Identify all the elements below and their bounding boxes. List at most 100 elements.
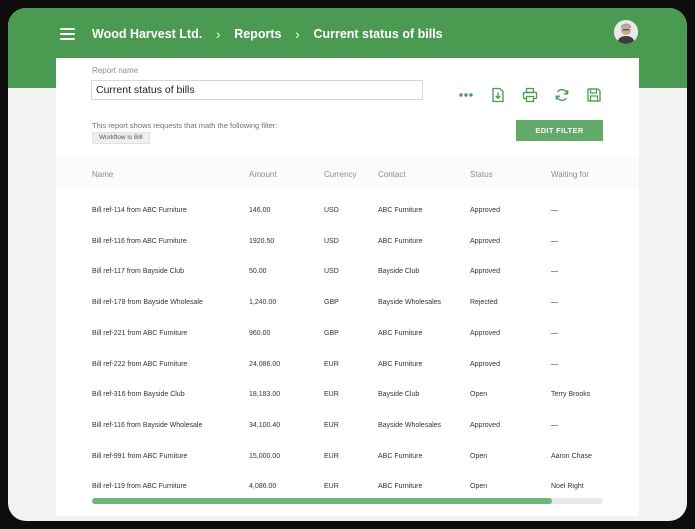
cell-contact: Bayside Club [378, 268, 420, 276]
column-header-name[interactable]: Name [92, 170, 113, 179]
refresh-button[interactable] [554, 87, 570, 103]
more-dots-icon [459, 93, 473, 97]
table-row[interactable]: Bill ref-114 from ABC Furniture 146.00 USD… [56, 196, 639, 226]
avatar[interactable] [614, 20, 638, 44]
cell-contact: ABC Furniture [378, 329, 423, 337]
report-card: Report name Current status of bills This… [56, 58, 639, 516]
filter-description: This report shows requests that math the… [92, 121, 278, 130]
cell-amount: 960.00 [249, 329, 271, 337]
print-icon [522, 87, 538, 103]
cell-status: Open [470, 483, 488, 491]
cell-amount: 1,240.00 [249, 299, 277, 307]
column-header-status[interactable]: Status [470, 170, 493, 179]
save-icon [587, 88, 601, 102]
report-toolbar [458, 86, 602, 104]
cell-currency: USD [324, 237, 339, 245]
table-row[interactable]: Bill ref-116 from Bayside Wholesale 34,10… [56, 411, 639, 441]
cell-status: Approved [470, 329, 500, 337]
cell-waiting-for: — [551, 207, 558, 214]
table-row[interactable]: Bill ref-991 from ABC Furniture 15,000.00… [56, 442, 639, 472]
hamburger-menu-icon[interactable] [60, 28, 75, 40]
horizontal-scrollbar[interactable] [92, 498, 603, 504]
cell-contact: ABC Furniture [378, 237, 423, 245]
cell-contact: Bayside Club [378, 391, 420, 399]
breadcrumb-reports[interactable]: Reports [234, 27, 281, 41]
cell-name: Bill ref-222 from ABC Furniture [92, 360, 188, 368]
cell-currency: EUR [324, 421, 339, 429]
cell-status: Approved [470, 421, 500, 429]
report-name-input[interactable]: Current status of bills [91, 80, 423, 100]
cell-waiting-for: — [551, 421, 558, 429]
cell-waiting-for: — [551, 268, 558, 276]
top-bar: Wood Harvest Ltd. › Reports › Current st… [8, 8, 687, 58]
table-row[interactable]: Bill ref-316 from Bayside Club 18,183.00 E… [56, 380, 639, 410]
cell-status: Rejected [470, 299, 498, 307]
cell-currency: GBP [324, 299, 339, 307]
edit-filter-button[interactable]: EDIT FILTER [516, 120, 603, 141]
cell-contact: ABC Furniture [378, 360, 423, 368]
breadcrumb-separator: › [215, 26, 221, 42]
table-row[interactable]: Bill ref-221 from ABC Furniture 960.00 GBP… [56, 319, 639, 349]
cell-amount: 34,100.40 [249, 421, 281, 429]
cell-status: Approved [470, 237, 500, 245]
download-icon [492, 87, 504, 103]
cell-currency: USD [324, 268, 339, 276]
scrollbar-thumb[interactable] [92, 498, 552, 504]
table-row[interactable]: Bill ref-178 from Bayside Wholesale 1,240… [56, 288, 639, 318]
cell-waiting-for: Terry Brooks [551, 391, 591, 399]
breadcrumb-company[interactable]: Wood Harvest Ltd. [92, 27, 202, 41]
table-row[interactable]: Bill ref-222 from ABC Furniture 24,086.00… [56, 350, 639, 380]
cell-waiting-for: Noel Right [551, 483, 584, 491]
print-button[interactable] [522, 87, 538, 103]
column-header-currency[interactable]: Currency [324, 170, 356, 179]
cell-currency: EUR [324, 391, 339, 399]
cell-amount: 1920.50 [249, 237, 275, 245]
breadcrumb-current: Current status of bills [313, 27, 443, 41]
cell-waiting-for: — [551, 299, 558, 307]
cell-name: Bill ref-116 from ABC Furniture [92, 237, 187, 245]
cell-amount: 18,183.00 [249, 391, 281, 399]
column-header-amount[interactable]: Amount [249, 170, 277, 179]
download-button[interactable] [490, 87, 506, 103]
cell-status: Approved [470, 360, 500, 368]
cell-waiting-for: Aaron Chase [551, 452, 592, 460]
column-header-contact[interactable]: Contact [378, 170, 406, 179]
cell-name: Bill ref-116 from Bayside Wholesale [92, 421, 203, 429]
cell-amount: 146.00 [249, 207, 271, 214]
user-avatar-icon [614, 20, 638, 44]
table-row[interactable]: Bill ref-116 from ABC Furniture 1920.50 US… [56, 227, 639, 257]
refresh-icon [555, 88, 569, 102]
save-button[interactable] [586, 87, 602, 103]
breadcrumb-separator: › [295, 26, 300, 42]
filter-chip[interactable]: Workflow is Bill [92, 132, 150, 144]
report-name-label: Report name [92, 66, 139, 75]
table-row[interactable]: Bill ref-117 from Bayside Club 50.00 USD Ba… [56, 257, 639, 287]
app-window: Wood Harvest Ltd. › Reports › Current st… [8, 8, 687, 521]
cell-name: Bill ref-221 from ABC Furniture [92, 329, 188, 337]
cell-amount: 50.00 [249, 268, 267, 276]
cell-name: Bill ref-119 from ABC Furniture [92, 483, 187, 491]
cell-name: Bill ref-316 from Bayside Club [92, 391, 185, 399]
cell-amount: 4,086.00 [249, 483, 277, 491]
cell-contact: ABC Furniture [378, 483, 423, 491]
more-button[interactable] [458, 87, 474, 103]
cell-contact: ABC Furniture [378, 452, 423, 460]
cell-status: Open [470, 391, 488, 399]
cell-name: Bill ref-117 from Bayside Club [92, 268, 185, 276]
cell-currency: EUR [324, 360, 339, 368]
cell-currency: EUR [324, 452, 339, 460]
cell-contact: ABC Furniture [378, 207, 423, 214]
cell-status: Approved [470, 207, 500, 214]
cell-amount: 24,086.00 [249, 360, 281, 368]
cell-name: Bill ref-178 from Bayside Wholesale [92, 299, 203, 307]
cell-waiting-for: — [551, 329, 558, 337]
cell-name: Bill ref-114 from ABC Furniture [92, 207, 187, 214]
breadcrumb: Wood Harvest Ltd. › Reports › Current st… [92, 25, 443, 43]
cell-currency: USD [324, 207, 339, 214]
cell-contact: Bayside Wholesales [378, 421, 442, 429]
column-header-waiting-for[interactable]: Waiting for [551, 170, 589, 179]
cell-currency: EUR [324, 483, 339, 491]
cell-waiting-for: — [551, 237, 558, 245]
cell-contact: Bayside Wholesales [378, 299, 442, 307]
cell-currency: GBP [324, 329, 339, 337]
